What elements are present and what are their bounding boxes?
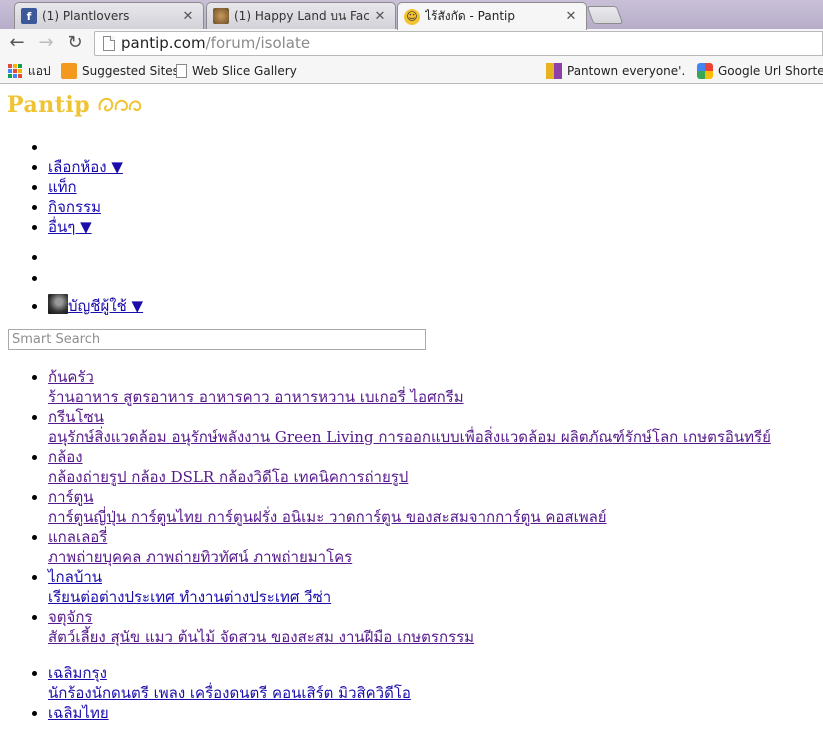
- reload-icon[interactable]: ↻: [63, 32, 87, 54]
- bookmark-label: Suggested Sites: [82, 64, 179, 78]
- nav-item-empty: [48, 137, 123, 157]
- room-link[interactable]: ก้นครัว: [48, 368, 94, 386]
- list-item: ก้นครัวร้านอาหาร สูตรอาหาร อาหารคาว อาหา…: [48, 367, 771, 407]
- url-host: pantip.com: [121, 34, 206, 52]
- more-link[interactable]: อื่นๆ ▼: [48, 218, 92, 236]
- browser-tab-pantip[interactable]: ☺ ไร้สังกัด - Pantip ✕: [397, 2, 587, 30]
- pantip-smiley-icon: ☺: [404, 8, 420, 25]
- bookmark-label: Pantown everyone'...: [567, 64, 686, 78]
- bookmark-label: แอป: [28, 63, 51, 78]
- list-item: การ์ตูนการ์ตูนญี่ปุ่น การ์ตูนไทย การ์ตูน…: [48, 487, 771, 527]
- page-icon: [103, 36, 115, 51]
- room-link[interactable]: ไกลบ้าน: [48, 568, 102, 586]
- list-item: เฉลิมไทย: [48, 703, 771, 723]
- suggested-sites-icon: [61, 63, 77, 79]
- list-item: กรีนโซนอนุรักษ์สิ่งแวดล้อม อนุรักษ์พลังง…: [48, 407, 771, 447]
- list-item: เฉลิมกรุงนักร้องนักดนตรี เพลง เครื่องดนต…: [48, 663, 771, 703]
- page-icon: [176, 64, 187, 78]
- browser-toolbar: ← → ↻ pantip.com/forum/isolate: [0, 29, 823, 58]
- smart-search-input[interactable]: [8, 329, 426, 350]
- facebook-icon: f: [21, 8, 37, 24]
- bookmark-apps[interactable]: แอป: [8, 62, 51, 80]
- room-description[interactable]: กล้องถ่ายรูป กล้อง DSLR กล้องวิดีโอ เทคน…: [48, 467, 771, 487]
- browser-tab-plantlovers[interactable]: f (1) Plantlovers ✕: [14, 2, 204, 29]
- room-description[interactable]: อนุรักษ์สิ่งแวดล้อม อนุรักษ์พลังงาน Gree…: [48, 427, 771, 447]
- forward-arrow-icon[interactable]: →: [34, 32, 58, 54]
- back-arrow-icon[interactable]: ←: [5, 32, 29, 54]
- nav-item-tags: แท็ก: [48, 177, 123, 197]
- pantown-icon: [546, 63, 562, 79]
- main-nav: เลือกห้อง ▼ แท็ก กิจกรรม อื่นๆ ▼: [0, 137, 123, 237]
- room-link[interactable]: แกลเลอรี่: [48, 528, 107, 546]
- new-tab-button[interactable]: [586, 6, 624, 24]
- bookmark-web-slice-gallery[interactable]: Web Slice Gallery: [176, 62, 297, 80]
- room-description[interactable]: นักร้องนักดนตรี เพลง เครื่องดนตรี คอนเสิ…: [48, 683, 771, 703]
- bookmarks-bar: แอป Suggested Sites Web Slice Gallery Pa…: [0, 58, 823, 84]
- bookmark-google-url-shortener[interactable]: Google Url Shortene: [697, 62, 823, 80]
- room-link[interactable]: การ์ตูน: [48, 488, 94, 506]
- list-item: แกลเลอรี่ภาพถ่ายบุคคล ภาพถ่ายทิวทัศน์ ภา…: [48, 527, 771, 567]
- pantip-logo[interactable]: Pantip: [7, 92, 142, 118]
- user-nav-item-empty: [48, 268, 143, 288]
- list-item: ไกลบ้านเรียนต่อต่างประเทศ ทำงานต่างประเท…: [48, 567, 771, 607]
- tags-link[interactable]: แท็ก: [48, 178, 77, 196]
- nav-item-select-room: เลือกห้อง ▼: [48, 157, 123, 177]
- room-link[interactable]: กรีนโซน: [48, 408, 104, 426]
- bookmark-label: Web Slice Gallery: [192, 64, 297, 78]
- room-description[interactable]: การ์ตูนญี่ปุ่น การ์ตูนไทย การ์ตูนฝรั่ง อ…: [48, 507, 771, 527]
- room-description[interactable]: เรียนต่อต่างประเทศ ทำงานต่างประเทศ วีซ่า: [48, 587, 771, 607]
- room-link[interactable]: กล้อง: [48, 448, 83, 466]
- nav-item-more: อื่นๆ ▼: [48, 217, 123, 237]
- room-link[interactable]: เฉลิมไทย: [48, 704, 109, 722]
- apps-grid-icon: [8, 64, 22, 78]
- close-tab-icon[interactable]: ✕: [181, 9, 195, 24]
- user-nav: บัญชีผู้ใช้ ▼: [0, 247, 143, 316]
- url-path: /forum/isolate: [205, 34, 311, 52]
- bookmark-suggested-sites[interactable]: Suggested Sites: [61, 62, 179, 80]
- tab-title: ไร้สังกัด - Pantip: [425, 9, 515, 23]
- room-link[interactable]: เฉลิมกรุง: [48, 664, 107, 682]
- close-tab-icon[interactable]: ✕: [373, 9, 387, 24]
- list-item: จตุจักรสัตว์เลี้ยง สุนัข แมว ต้นไม้ จัดส…: [48, 607, 771, 647]
- room-description[interactable]: สัตว์เลี้ยง สุนัข แมว ต้นไม้ จัดสวน ของส…: [48, 627, 771, 647]
- select-room-link[interactable]: เลือกห้อง ▼: [48, 158, 123, 176]
- account-link[interactable]: บัญชีผู้ใช้ ▼: [68, 297, 143, 315]
- room-link[interactable]: จตุจักร: [48, 608, 92, 626]
- happy-land-icon: [213, 8, 229, 24]
- tab-title: (1) Plantlovers: [42, 9, 130, 23]
- activities-link[interactable]: กิจกรรม: [48, 198, 101, 216]
- logo-text: Pantip: [7, 92, 91, 118]
- list-item: กล้องกล้องถ่ายรูป กล้อง DSLR กล้องวิดีโอ…: [48, 447, 771, 487]
- close-tab-icon[interactable]: ✕: [564, 9, 578, 24]
- user-nav-item-account: บัญชีผู้ใช้ ▼: [48, 294, 143, 316]
- address-bar[interactable]: pantip.com/forum/isolate: [94, 31, 823, 56]
- browser-tab-happy-land[interactable]: (1) Happy Land บน Facebo ✕: [206, 2, 396, 29]
- avatar[interactable]: [48, 294, 68, 314]
- tab-title: (1) Happy Land บน Facebo: [234, 8, 369, 23]
- bookmark-label: Google Url Shortene: [718, 64, 823, 78]
- pantip-logo-mark-icon: [98, 97, 142, 112]
- nav-item-activities: กิจกรรม: [48, 197, 123, 217]
- room-description[interactable]: ภาพถ่ายบุคคล ภาพถ่ายทิวทัศน์ ภาพถ่ายมาโค…: [48, 547, 771, 567]
- room-list: ก้นครัวร้านอาหาร สูตรอาหาร อาหารคาว อาหา…: [0, 367, 771, 723]
- room-description[interactable]: ร้านอาหาร สูตรอาหาร อาหารคาว อาหารหวาน เ…: [48, 387, 771, 407]
- bookmark-pantown[interactable]: Pantown everyone'...: [546, 62, 686, 80]
- google-icon: [697, 63, 713, 79]
- page-content: Pantip เลือกห้อง ▼ แท็ก กิจกรรม อื่นๆ ▼ …: [0, 85, 823, 729]
- user-nav-item-empty: [48, 247, 143, 267]
- tab-strip: f (1) Plantlovers ✕ (1) Happy Land บน Fa…: [0, 0, 823, 30]
